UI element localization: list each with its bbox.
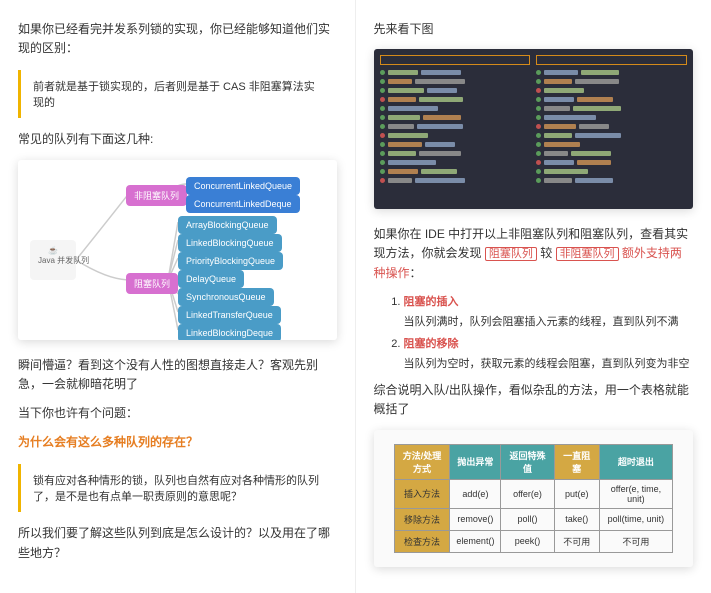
node-b-4: SynchronousQueue xyxy=(178,288,274,306)
node-b-5: LinkedTransferQueue xyxy=(178,306,281,324)
maybe-question: 当下你也许有个问题： xyxy=(18,404,337,423)
outro-text: 所以我们要了解这些队列到底是怎么设计的？以及用在了哪些地方？ xyxy=(18,524,337,562)
ide-note: 如果你在 IDE 中打开以上非阻塞队列和阻塞队列，查看其实现方法，你就会发现 阻… xyxy=(374,225,694,283)
ide-screenshot xyxy=(374,49,694,209)
methods-table-card: 方法/处理方式 抛出异常 返回特殊值 一直阻塞 超时退出 插入方法 add(e)… xyxy=(374,430,694,567)
queues-title: 常见的队列有下面这几种: xyxy=(18,130,337,149)
node-b-1: LinkedBlockingQueue xyxy=(178,234,282,252)
ide-panel-right xyxy=(536,55,687,203)
node-blocking: 阻塞队列 xyxy=(126,273,178,294)
methods-table: 方法/处理方式 抛出异常 返回特殊值 一直阻塞 超时退出 插入方法 add(e)… xyxy=(394,444,674,553)
look-text: 先来看下图 xyxy=(374,20,694,39)
mindmap-figure: ☕Java 并发队列 非阻塞队列 ConcurrentLinkedQueue C… xyxy=(18,160,337,340)
intro-text: 如果你已经看完并发系列锁的实现，你已经能够知道他们实现的区别： xyxy=(18,20,337,58)
op-insert: 阻塞的插入 当队列满时，队列会阻塞插入元素的线程，直到队列不满 xyxy=(404,293,694,329)
node-b-3: DelayQueue xyxy=(178,270,244,288)
quote-block-1: 前者就是基于锁实现的，后者则是基于 CAS 非阻塞算法实现的 xyxy=(18,70,337,118)
mindmap-root: ☕Java 并发队列 xyxy=(30,240,76,280)
op-remove: 阻塞的移除 当队列为空时，获取元素的线程会阻塞，直到队列变为非空 xyxy=(404,335,694,371)
node-b-2: PriorityBlockingQueue xyxy=(178,252,283,270)
badge-nonblocking: 非阻塞队列 xyxy=(556,247,619,261)
operations-list: 阻塞的插入 当队列满时，队列会阻塞插入元素的线程，直到队列不满 阻塞的移除 当队… xyxy=(404,293,694,371)
node-b-6: LinkedBlockingDeque xyxy=(178,324,281,340)
node-nb-1: ConcurrentLinkedDeque xyxy=(186,195,300,213)
why-question: 为什么会有这么多种队列的存在？ xyxy=(18,433,337,452)
table-intro: 综合说明入队/出队操作，看似杂乱的方法，用一个表格就能概括了 xyxy=(374,381,694,419)
node-b-0: ArrayBlockingQueue xyxy=(178,216,277,234)
ide-panel-left xyxy=(380,55,531,203)
node-nb-0: ConcurrentLinkedQueue xyxy=(186,177,300,195)
quote-block-2: 锁有应对各种情形的锁，队列也自然有应对各种情形的队列了，是不是也有点单一职责原则… xyxy=(18,464,337,512)
instant-text: 瞬间懵逼？看到这个没有人性的图想直接走人？客观先别急，一会就柳暗花明了 xyxy=(18,356,337,394)
badge-blocking: 阻塞队列 xyxy=(485,247,537,261)
node-nonblocking: 非阻塞队列 xyxy=(126,185,187,206)
